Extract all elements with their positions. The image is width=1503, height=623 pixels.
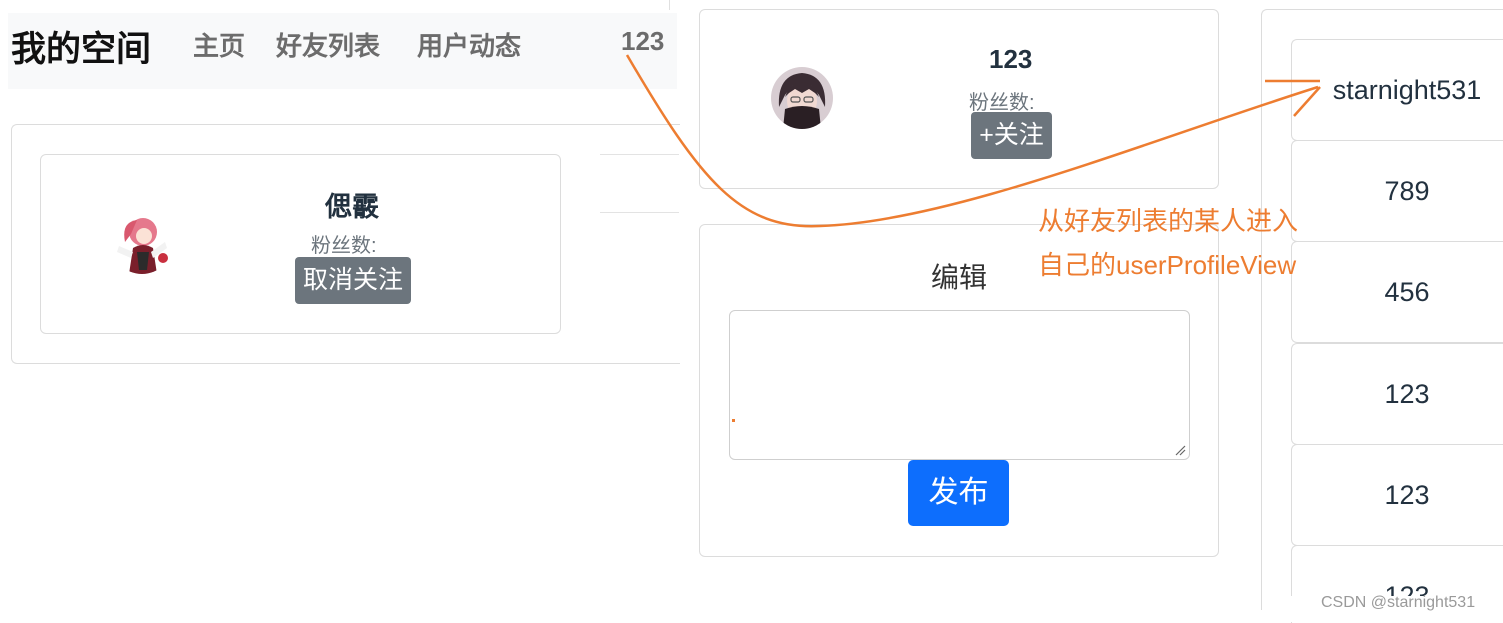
annotation-line-2: 自己的userProfileView [1038, 250, 1297, 280]
watermark: CSDN @starnight531 [1321, 594, 1476, 611]
annotation-arrow-icon [625, 54, 1321, 228]
annotation-line-1: 从好友列表的某人进入 [1038, 206, 1299, 236]
